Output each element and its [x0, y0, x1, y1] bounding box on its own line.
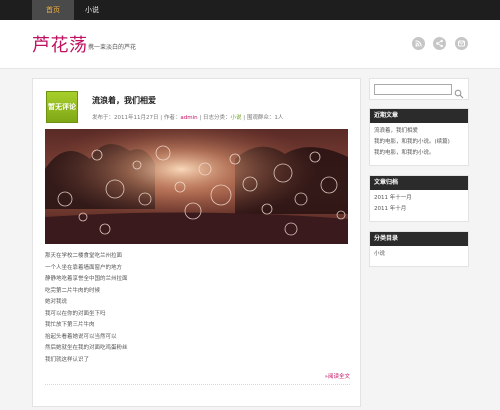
search-icon[interactable] — [454, 84, 464, 99]
site-title[interactable]: 芦花荡 — [32, 36, 88, 56]
excerpt-line: 我们就这样认识了 — [45, 356, 90, 363]
post-image — [45, 129, 348, 244]
rss-icon[interactable] — [412, 37, 425, 50]
post-title[interactable]: 流浪着，我们相爱 — [92, 95, 156, 106]
category-link[interactable]: 小说 — [231, 115, 242, 121]
recent-post-link[interactable]: 流浪着，我们相爱 — [370, 126, 468, 137]
excerpt-line: 然后她就坐在我的对面吃鸡蛋粉丝 — [45, 345, 128, 351]
feed-icon[interactable] — [455, 37, 468, 50]
recent-post-link[interactable]: 我的电影，和我的小说。(续篇) — [370, 137, 468, 148]
recent-post-link[interactable]: 我的电影，和我的小说。 — [370, 148, 468, 159]
read-more-link[interactable]: »阅读全文 — [325, 372, 350, 380]
author-label: 作者： — [163, 115, 181, 121]
category-link[interactable]: 小说 — [370, 249, 468, 260]
excerpt-line: 那天在学校二楼食堂吃兰州拉面 — [45, 253, 123, 259]
archives-title: 文章归档 — [370, 176, 468, 190]
excerpt-line: 一个人坐在靠着墙面窗户的地方 — [45, 264, 123, 271]
nav-item-home[interactable]: 首页 — [32, 0, 74, 20]
comment-badge-label: 暂无评论 — [48, 103, 76, 111]
nav-item-novel[interactable]: 小说 — [74, 0, 110, 20]
excerpt-line: 吃完第二片牛肉的时候 — [45, 287, 101, 294]
categories-title: 分类目录 — [370, 232, 468, 246]
excerpt-line: 我忙放下第三片牛肉 — [45, 322, 95, 328]
archive-link[interactable]: 2011 年十一月 — [370, 193, 468, 204]
site-header: 芦花荡 携一束淡白的芦花 — [0, 20, 500, 69]
excerpt-line: 她对我说 — [45, 299, 68, 305]
search-input[interactable] — [374, 84, 452, 95]
share-icon[interactable] — [433, 37, 446, 50]
post-excerpt: 那天在学校二楼食堂吃兰州拉面 一个人坐在靠着墙面窗户的地方 静静地吃着享誉全中国… — [45, 251, 128, 366]
top-navigation: 首页 小说 — [0, 0, 500, 20]
excerpt-line: 静静地吃着享誉全中国的兰州拉面 — [45, 276, 128, 282]
published-label: 发布于： — [92, 115, 115, 121]
recent-posts-widget: 近期文章 流浪着，我们相爱 我的电影，和我的小说。(续篇) 我的电影，和我的小说… — [369, 108, 469, 166]
categories-widget: 分类目录 小说 — [369, 231, 469, 267]
post-date: 2011年11月27日 — [114, 115, 159, 121]
excerpt-line: 抬起头看着她说可以当然可以 — [45, 333, 117, 340]
post-meta: 发布于：2011年11月27日 | 作者：admin | 日志分类：小说 | 围… — [92, 113, 283, 121]
view-count: 围观群众：1人 — [246, 115, 284, 121]
author-link[interactable]: admin — [180, 115, 197, 121]
post-divider — [45, 384, 350, 385]
comment-badge[interactable]: 暂无评论 — [46, 91, 78, 123]
archives-widget: 文章归档 2011 年十一月 2011 年十月 — [369, 175, 469, 222]
category-label: 日志分类： — [202, 115, 231, 121]
recent-posts-title: 近期文章 — [370, 109, 468, 123]
search-widget — [369, 78, 469, 100]
site-description: 携一束淡白的芦花 — [88, 44, 137, 51]
post-card: 暂无评论 流浪着，我们相爱 发布于：2011年11月27日 | 作者：admin… — [32, 78, 361, 407]
archive-link[interactable]: 2011 年十月 — [370, 204, 468, 215]
excerpt-line: 我可以在你的对面坐下吗 — [45, 310, 106, 317]
